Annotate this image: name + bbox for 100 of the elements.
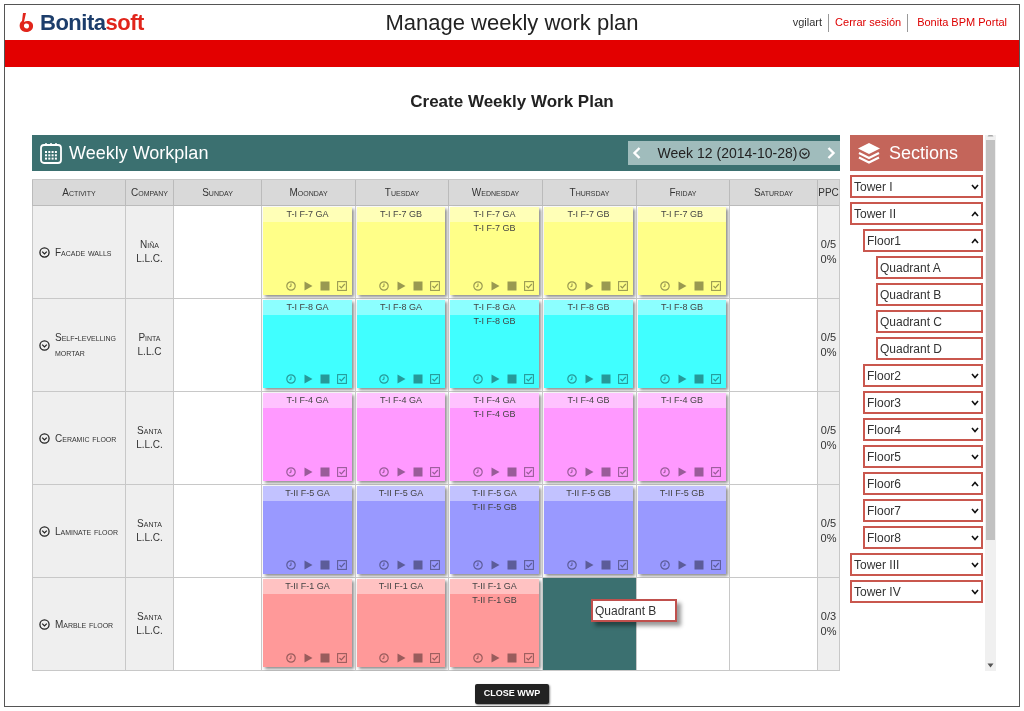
next-week-icon[interactable]	[825, 146, 837, 160]
clock-icon[interactable]	[379, 467, 389, 477]
stop-icon[interactable]	[413, 560, 423, 570]
clock-icon[interactable]	[286, 281, 296, 291]
section-item[interactable]: Tower II	[850, 202, 983, 225]
play-icon[interactable]	[584, 281, 594, 291]
section-item[interactable]: Floor5	[863, 445, 983, 468]
dragged-section-tooltip[interactable]: Quadrant B	[591, 599, 677, 622]
play-icon[interactable]	[396, 281, 406, 291]
checkbox-icon[interactable]	[618, 560, 628, 570]
stop-icon[interactable]	[507, 467, 517, 477]
stop-icon[interactable]	[507, 281, 517, 291]
stop-icon[interactable]	[601, 281, 611, 291]
clock-icon[interactable]	[660, 281, 670, 291]
task-note[interactable]: T-II F-5 GA T-II F-5 GB	[450, 486, 539, 574]
section-item[interactable]: Tower III	[850, 553, 983, 576]
task-note[interactable]: T-I F-7 GA	[263, 207, 352, 295]
task-note[interactable]: T-I F-7 GB	[638, 207, 726, 295]
task-note[interactable]: T-I F-7 GB	[357, 207, 445, 295]
checkbox-icon[interactable]	[524, 374, 534, 384]
task-note[interactable]: T-I F-4 GA	[263, 393, 352, 481]
play-icon[interactable]	[584, 374, 594, 384]
play-icon[interactable]	[490, 374, 500, 384]
task-note[interactable]: T-I F-8 GA	[357, 300, 445, 388]
checkbox-icon[interactable]	[430, 467, 440, 477]
task-note[interactable]: T-I F-8 GB	[544, 300, 633, 388]
section-item[interactable]: Floor4	[863, 418, 983, 441]
section-item[interactable]: Floor7	[863, 499, 983, 522]
stop-icon[interactable]	[601, 374, 611, 384]
checkbox-icon[interactable]	[337, 467, 347, 477]
task-note[interactable]: T-II F-5 GA	[263, 486, 352, 574]
task-note[interactable]: T-I F-8 GA	[263, 300, 352, 388]
section-item[interactable]: Floor1	[863, 229, 983, 252]
stop-icon[interactable]	[320, 653, 330, 663]
clock-icon[interactable]	[567, 374, 577, 384]
section-item[interactable]: Quadrant D	[876, 337, 983, 360]
stop-icon[interactable]	[601, 560, 611, 570]
stop-icon[interactable]	[694, 281, 704, 291]
checkbox-icon[interactable]	[337, 281, 347, 291]
checkbox-icon[interactable]	[524, 281, 534, 291]
checkbox-icon[interactable]	[711, 560, 721, 570]
play-icon[interactable]	[677, 467, 687, 477]
section-item[interactable]: Tower IV	[850, 580, 983, 603]
play-icon[interactable]	[396, 653, 406, 663]
checkbox-icon[interactable]	[711, 467, 721, 477]
scrollbar[interactable]	[985, 135, 996, 671]
clock-icon[interactable]	[379, 374, 389, 384]
play-icon[interactable]	[677, 281, 687, 291]
clock-icon[interactable]	[567, 281, 577, 291]
clock-icon[interactable]	[473, 467, 483, 477]
section-item[interactable]: Floor2	[863, 364, 983, 387]
checkbox-icon[interactable]	[337, 374, 347, 384]
clock-icon[interactable]	[379, 560, 389, 570]
stop-icon[interactable]	[413, 374, 423, 384]
section-item[interactable]: Floor8	[863, 526, 983, 549]
expand-icon[interactable]	[39, 339, 50, 351]
stop-icon[interactable]	[507, 653, 517, 663]
task-note[interactable]: T-II F-1 GA	[357, 579, 445, 667]
task-note[interactable]: T-I F-8 GB	[638, 300, 726, 388]
play-icon[interactable]	[303, 653, 313, 663]
play-icon[interactable]	[677, 374, 687, 384]
checkbox-icon[interactable]	[430, 374, 440, 384]
task-note[interactable]: T-II F-5 GB	[638, 486, 726, 574]
section-item[interactable]: Quadrant C	[876, 310, 983, 333]
play-icon[interactable]	[396, 560, 406, 570]
checkbox-icon[interactable]	[711, 281, 721, 291]
play-icon[interactable]	[490, 467, 500, 477]
play-icon[interactable]	[584, 560, 594, 570]
expand-icon[interactable]	[39, 525, 50, 537]
checkbox-icon[interactable]	[430, 560, 440, 570]
section-item[interactable]: Floor6	[863, 472, 983, 495]
stop-icon[interactable]	[320, 560, 330, 570]
stop-icon[interactable]	[320, 467, 330, 477]
task-note[interactable]: T-I F-7 GB	[544, 207, 633, 295]
expand-icon[interactable]	[39, 432, 50, 444]
scroll-down-icon[interactable]	[987, 663, 994, 668]
clock-icon[interactable]	[286, 467, 296, 477]
clock-icon[interactable]	[286, 374, 296, 384]
checkbox-icon[interactable]	[337, 560, 347, 570]
stop-icon[interactable]	[320, 281, 330, 291]
play-icon[interactable]	[396, 374, 406, 384]
task-note[interactable]: T-I F-4 GA	[357, 393, 445, 481]
clock-icon[interactable]	[473, 560, 483, 570]
close-button[interactable]: CLOSE WWP	[474, 684, 550, 704]
stop-icon[interactable]	[694, 374, 704, 384]
checkbox-icon[interactable]	[618, 467, 628, 477]
stop-icon[interactable]	[507, 560, 517, 570]
stop-icon[interactable]	[507, 374, 517, 384]
checkbox-icon[interactable]	[618, 374, 628, 384]
task-note[interactable]: T-I F-4 GB	[638, 393, 726, 481]
week-dropdown-icon[interactable]	[799, 147, 811, 159]
checkbox-icon[interactable]	[337, 653, 347, 663]
checkbox-icon[interactable]	[711, 374, 721, 384]
task-note[interactable]: T-II F-5 GA	[357, 486, 445, 574]
clock-icon[interactable]	[473, 374, 483, 384]
play-icon[interactable]	[490, 560, 500, 570]
checkbox-icon[interactable]	[430, 281, 440, 291]
checkbox-icon[interactable]	[524, 560, 534, 570]
clock-icon[interactable]	[473, 281, 483, 291]
play-icon[interactable]	[490, 281, 500, 291]
